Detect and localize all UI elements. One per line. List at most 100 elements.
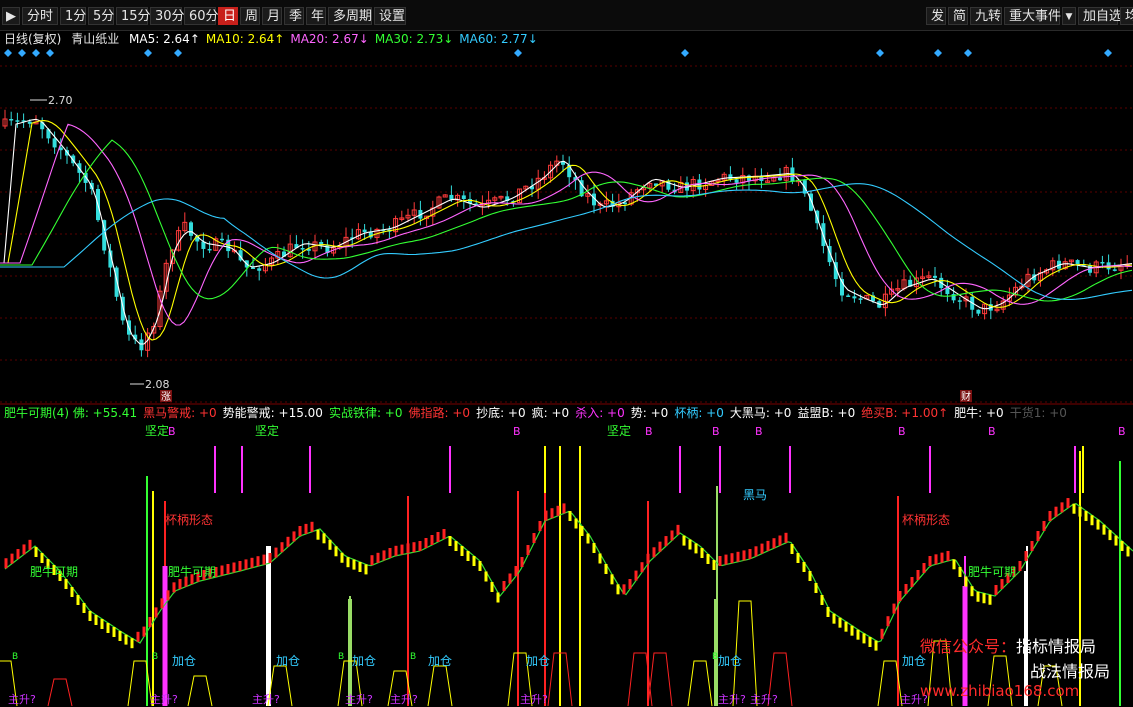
period-tab-12[interactable]: 设置 <box>374 7 406 25</box>
candle-body <box>957 300 962 302</box>
toolbar-button-1[interactable]: 简 <box>948 7 968 25</box>
period-tab-9[interactable]: 季 <box>284 7 304 25</box>
label-b: B <box>712 425 720 438</box>
label-b: B <box>1118 425 1126 438</box>
ma-label-0: MA5: 2.64↑ <box>129 32 200 46</box>
ma-line <box>0 120 1133 341</box>
indicator-label-1: 黑马警戒: +0 <box>143 406 217 420</box>
period-tab-0[interactable]: 分时 <box>22 7 58 25</box>
candle-body <box>852 296 857 299</box>
indicator-label-6: 疯: +0 <box>531 406 570 420</box>
stock-name: 青山纸业 <box>71 32 120 46</box>
candle-body <box>9 119 14 121</box>
event-diamond <box>1104 49 1112 57</box>
period-tab-8[interactable]: 月 <box>262 7 282 25</box>
candle-body <box>858 298 863 300</box>
indicator-chart[interactable]: 坚定 坚定 坚定B B B B B B B B黑马杯柄形态 杯柄形态肥牛可期 肥牛可期 肥牛可期加仓 加仓… <box>0 421 1133 707</box>
period-tab-1[interactable]: 1分 <box>60 7 86 25</box>
indicator-label-11: 益盟B: +0 <box>797 406 856 420</box>
label-zhusheng: 主升? <box>252 693 280 706</box>
candle-body <box>15 120 20 122</box>
price-chart[interactable]: 2.70 2.08涨 财 <box>0 48 1133 405</box>
candle-body <box>945 287 950 295</box>
event-diamond <box>934 49 942 57</box>
dropdown-icon[interactable]: ▼ <box>1062 7 1076 25</box>
signal-block <box>266 546 270 706</box>
label-jianding: 坚定 <box>607 423 631 438</box>
toolbar-button-3[interactable]: 重大事件 <box>1004 7 1061 25</box>
label-jiacang: 加仓 <box>352 654 376 668</box>
label-b: B <box>513 425 521 438</box>
event-diamond <box>514 49 522 57</box>
bottom-spike <box>427 665 453 707</box>
event-diamond <box>18 49 26 57</box>
candle-body <box>933 275 937 278</box>
watermark-line2: 战法情报局 <box>1030 662 1111 681</box>
event-marker-label: 涨 <box>161 391 171 403</box>
period-tab-3[interactable]: 15分 <box>116 7 151 25</box>
label-jiacang: 加仓 <box>526 654 550 668</box>
indicator-label-13: 肥牛: +0 <box>954 406 1004 420</box>
indicator-label-5: 抄底: +0 <box>476 406 526 420</box>
label-jiacang: 加仓 <box>428 654 452 668</box>
indicator-label-14: 干货1: +0 <box>1009 406 1067 420</box>
period-tab-2[interactable]: 5分 <box>88 7 114 25</box>
label-jianding: 坚定 <box>145 423 169 438</box>
watermark-account: 指标情报局 <box>1016 637 1097 656</box>
signal-block <box>162 566 168 706</box>
label-feiniu: 肥牛可期 <box>968 564 1016 579</box>
candle-body <box>1075 260 1080 265</box>
label-zhusheng: 主升? <box>345 693 373 706</box>
signal-block <box>348 599 352 706</box>
low-label: 2.08 <box>145 378 170 391</box>
toolbar-button-5[interactable]: 均线 <box>1120 7 1133 25</box>
indicator-label-3: 实战铁律: +0 <box>328 406 403 420</box>
period-tab-5[interactable]: 60分 <box>184 7 219 25</box>
label-b: B <box>898 425 906 438</box>
toolbar-button-4[interactable]: 加自选 <box>1078 7 1122 25</box>
candle-body <box>300 248 305 250</box>
period-tab-7[interactable]: 周 <box>240 7 260 25</box>
candle-body <box>139 339 144 351</box>
event-diamond <box>4 49 12 57</box>
label-jianding: 坚定 <box>255 423 279 438</box>
event-diamond <box>46 49 54 57</box>
ma-label-1: MA10: 2.64↑ <box>205 32 285 46</box>
back-icon[interactable]: ▶ <box>2 7 20 25</box>
candle-body <box>189 222 193 236</box>
candle-body <box>257 268 262 271</box>
bottom-spike <box>187 675 213 707</box>
candle-body <box>27 121 32 124</box>
period-toolbar: ▶ 分时 1分 5分 15分 30分 60分日周月季年多周期 设置 发简九转 重大事件 ▼ 加自选… <box>0 0 1133 31</box>
indicator-label-4: 佛指路: +0 <box>408 406 471 420</box>
event-diamond <box>681 49 689 57</box>
event-diamond <box>174 49 182 57</box>
label-zhusheng: 主升? <box>8 693 36 706</box>
period-tab-11[interactable]: 多周期 <box>328 7 372 25</box>
label-feiniu: 肥牛可期 <box>168 564 216 579</box>
label-beibing: 杯柄形态 <box>902 513 950 527</box>
label-b: B <box>988 425 996 438</box>
label-b-small: B <box>410 652 416 662</box>
toolbar-button-2[interactable]: 九转 <box>970 7 1002 25</box>
period-tab-10[interactable]: 年 <box>306 7 326 25</box>
period-tab-4[interactable]: 30分 <box>150 7 185 25</box>
indicator-label-8: 势: +0 <box>630 406 669 420</box>
candle-body <box>728 174 733 180</box>
label-zhusheng: 主升? <box>718 693 746 706</box>
watermark-line1: 微信公众号：指标情报局 <box>920 633 1096 657</box>
indicator-label-2: 势能警戒: +15.00 <box>222 406 323 420</box>
toolbar-button-0[interactable]: 发 <box>926 7 946 25</box>
indicator-label-0: 肥牛可期(4) 佛: +55.41 <box>4 406 138 420</box>
label-jiacang: 加仓 <box>276 654 300 668</box>
indicator-label-12: 绝买B: +1.00↑ <box>861 406 949 420</box>
event-diamond <box>144 49 152 57</box>
label-zhusheng: 主升? <box>150 693 178 706</box>
indicator-label-9: 杯柄: +0 <box>674 406 724 420</box>
candle-body <box>734 179 739 183</box>
indicator-label-7: 杀入: +0 <box>575 406 625 420</box>
period-tab-6[interactable]: 日 <box>218 7 238 25</box>
candle-body <box>846 295 851 297</box>
label-beibing: 杯柄形态 <box>165 513 213 527</box>
ma-line <box>0 118 1133 345</box>
